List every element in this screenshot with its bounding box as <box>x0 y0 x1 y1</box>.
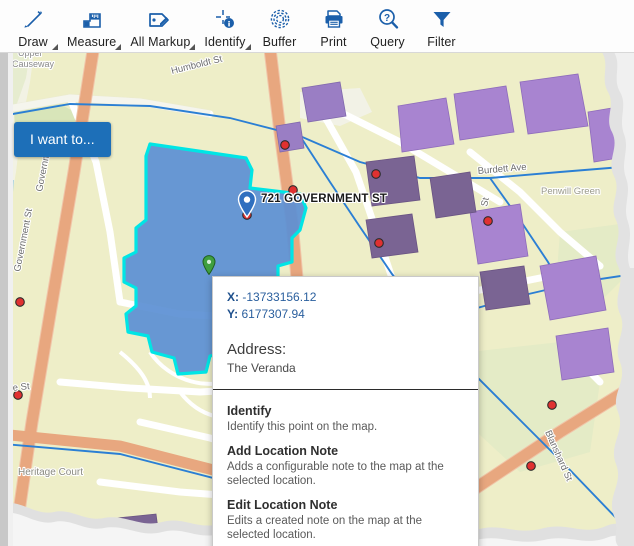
menu-item-title: Add Location Note <box>227 444 339 458</box>
coordinate-y-label: Y: <box>227 307 239 321</box>
question-magnifier-icon: ? <box>376 6 400 32</box>
tool-draw[interactable]: Draw <box>6 0 60 50</box>
svg-text:?: ? <box>383 13 389 24</box>
ruler-icon <box>80 6 104 32</box>
map-label: Penwill Green <box>541 186 600 197</box>
coordinate-y-value: 6177307.94 <box>241 307 305 321</box>
tool-measure[interactable]: Measure <box>60 0 123 50</box>
menu-item-description: Edits a created note on the map at the s… <box>227 515 422 541</box>
menu-item-identify[interactable]: Identify Identify this point on the map. <box>227 404 464 434</box>
tool-label: All Markup <box>130 35 191 49</box>
map-canvas[interactable]: Upper Causeway Humboldt St Government St Gov… <box>0 52 634 546</box>
crosshair-info-icon <box>213 6 237 32</box>
coordinate-x-value: -13733156.12 <box>242 290 317 304</box>
chevron-down-icon[interactable] <box>244 44 251 50</box>
map-location-pin-icon[interactable] <box>237 190 257 218</box>
menu-item-description: Adds a configurable note to the map at t… <box>227 461 444 487</box>
printer-icon <box>322 6 346 32</box>
menu-item-add-location-note[interactable]: Add Location Note Adds a configurable no… <box>227 444 464 488</box>
tool-label: Print <box>320 35 347 49</box>
tool-label: Identify <box>204 35 246 49</box>
tool-label: Filter <box>427 35 456 49</box>
tool-all-markup[interactable]: All Markup <box>123 0 197 50</box>
main-toolbar: Draw Measure All Markup Identify Buffer … <box>0 0 634 53</box>
buffer-rings-icon <box>268 6 292 32</box>
address-value: The Veranda <box>227 361 296 375</box>
menu-item-description: Identify this point on the map. <box>227 421 378 433</box>
menu-item-edit-location-note[interactable]: Edit Location Note Edits a created note … <box>227 498 464 542</box>
coordinate-x-label: X: <box>227 290 239 304</box>
coordinate-y-row: Y: 6177307.94 <box>227 306 464 323</box>
tag-pencil-icon <box>147 6 173 32</box>
tool-label: Measure <box>67 35 117 49</box>
location-context-popup: X: -13733156.12 Y: 6177307.94 Address: T… <box>212 276 479 546</box>
chevron-down-icon[interactable] <box>115 44 122 50</box>
menu-item-title: Edit Location Note <box>227 498 338 512</box>
coordinate-x-row: X: -13733156.12 <box>227 289 464 306</box>
chevron-down-icon[interactable] <box>189 44 196 50</box>
map-note-pin-icon[interactable] <box>202 255 216 275</box>
menu-item-title: Identify <box>227 404 272 418</box>
funnel-icon <box>430 6 454 32</box>
tool-label: Buffer <box>262 35 297 49</box>
map-label: Heritage Court <box>18 467 83 478</box>
chevron-down-icon[interactable] <box>52 44 58 50</box>
i-want-to-button[interactable]: I want to... <box>14 122 111 157</box>
application-window: Draw Measure All Markup Identify Buffer … <box>0 0 634 546</box>
selected-address-label: 721 GOVERNMENT ST <box>261 193 388 205</box>
tool-identify[interactable]: Identify <box>197 0 252 50</box>
tool-filter[interactable]: Filter <box>415 0 469 49</box>
popup-menu: Identify Identify this point on the map.… <box>213 390 478 546</box>
tool-print[interactable]: Print <box>307 0 361 49</box>
tool-buffer[interactable]: Buffer <box>253 0 307 49</box>
tool-query[interactable]: ? Query <box>361 0 415 49</box>
address-heading: Address: <box>227 341 287 358</box>
popup-header: X: -13733156.12 Y: 6177307.94 Address: T… <box>213 277 478 389</box>
map-label: Causeway <box>12 59 55 69</box>
pencil-icon <box>21 6 45 32</box>
tool-label: Query <box>370 35 405 49</box>
tool-label: Draw <box>18 35 48 49</box>
